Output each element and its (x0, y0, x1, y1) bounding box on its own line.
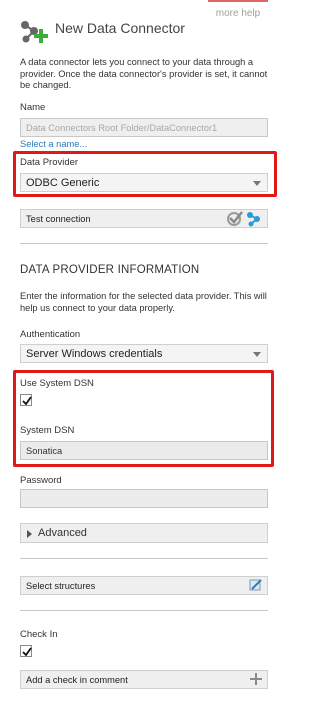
use-system-dsn-checkbox[interactable] (20, 394, 32, 406)
system-dsn-label: System DSN (20, 425, 75, 436)
data-connector-add-icon (19, 19, 49, 45)
test-connection-button[interactable]: Test connection (20, 209, 268, 228)
divider (20, 610, 268, 611)
authentication-label: Authentication (20, 329, 81, 340)
data-provider-select[interactable]: ODBC Generic (20, 173, 268, 192)
page-title: New Data Connector (55, 20, 185, 36)
add-check-in-comment-label: Add a check in comment (26, 675, 128, 685)
provider-info-description: Enter the information for the selected d… (20, 291, 267, 313)
name-field: Data Connectors Root Folder/DataConnecto… (20, 118, 268, 137)
checkmark-icon (22, 647, 32, 657)
checkmark-icon (22, 396, 32, 406)
share-network-icon (246, 211, 264, 229)
advanced-label: Advanced (38, 527, 87, 539)
system-dsn-input[interactable]: Sonatica (20, 441, 268, 460)
chevron-down-icon (253, 352, 261, 357)
plus-icon (250, 673, 262, 687)
authentication-select[interactable]: Server Windows credentials (20, 344, 268, 363)
authentication-value: Server Windows credentials (26, 348, 163, 360)
provider-info-title: DATA PROVIDER INFORMATION (20, 264, 200, 276)
check-in-checkbox[interactable] (20, 645, 32, 657)
divider (20, 243, 268, 244)
advanced-expander[interactable]: Advanced (20, 523, 268, 543)
add-check-in-comment-button[interactable]: Add a check in comment (20, 670, 268, 689)
select-structures-label: Select structures (26, 581, 96, 591)
divider (20, 558, 268, 559)
test-connection-label: Test connection (26, 214, 91, 224)
connector-description: A data connector lets you connect to you… (20, 57, 268, 90)
select-structures-button[interactable]: Select structures (20, 576, 268, 595)
chevron-down-icon (253, 181, 261, 186)
data-provider-value: ODBC Generic (26, 177, 100, 189)
edit-structures-icon (249, 578, 263, 594)
chevron-right-icon (27, 530, 32, 538)
more-help-link[interactable]: more help (208, 0, 268, 19)
select-name-link[interactable]: Select a name... (20, 139, 87, 149)
name-label: Name (20, 102, 46, 113)
check-in-label: Check In (20, 629, 58, 640)
password-label: Password (20, 475, 62, 486)
password-input[interactable] (20, 489, 268, 508)
data-provider-label: Data Provider (20, 157, 79, 168)
check-circle-icon (226, 211, 243, 228)
use-system-dsn-label: Use System DSN (20, 378, 94, 389)
